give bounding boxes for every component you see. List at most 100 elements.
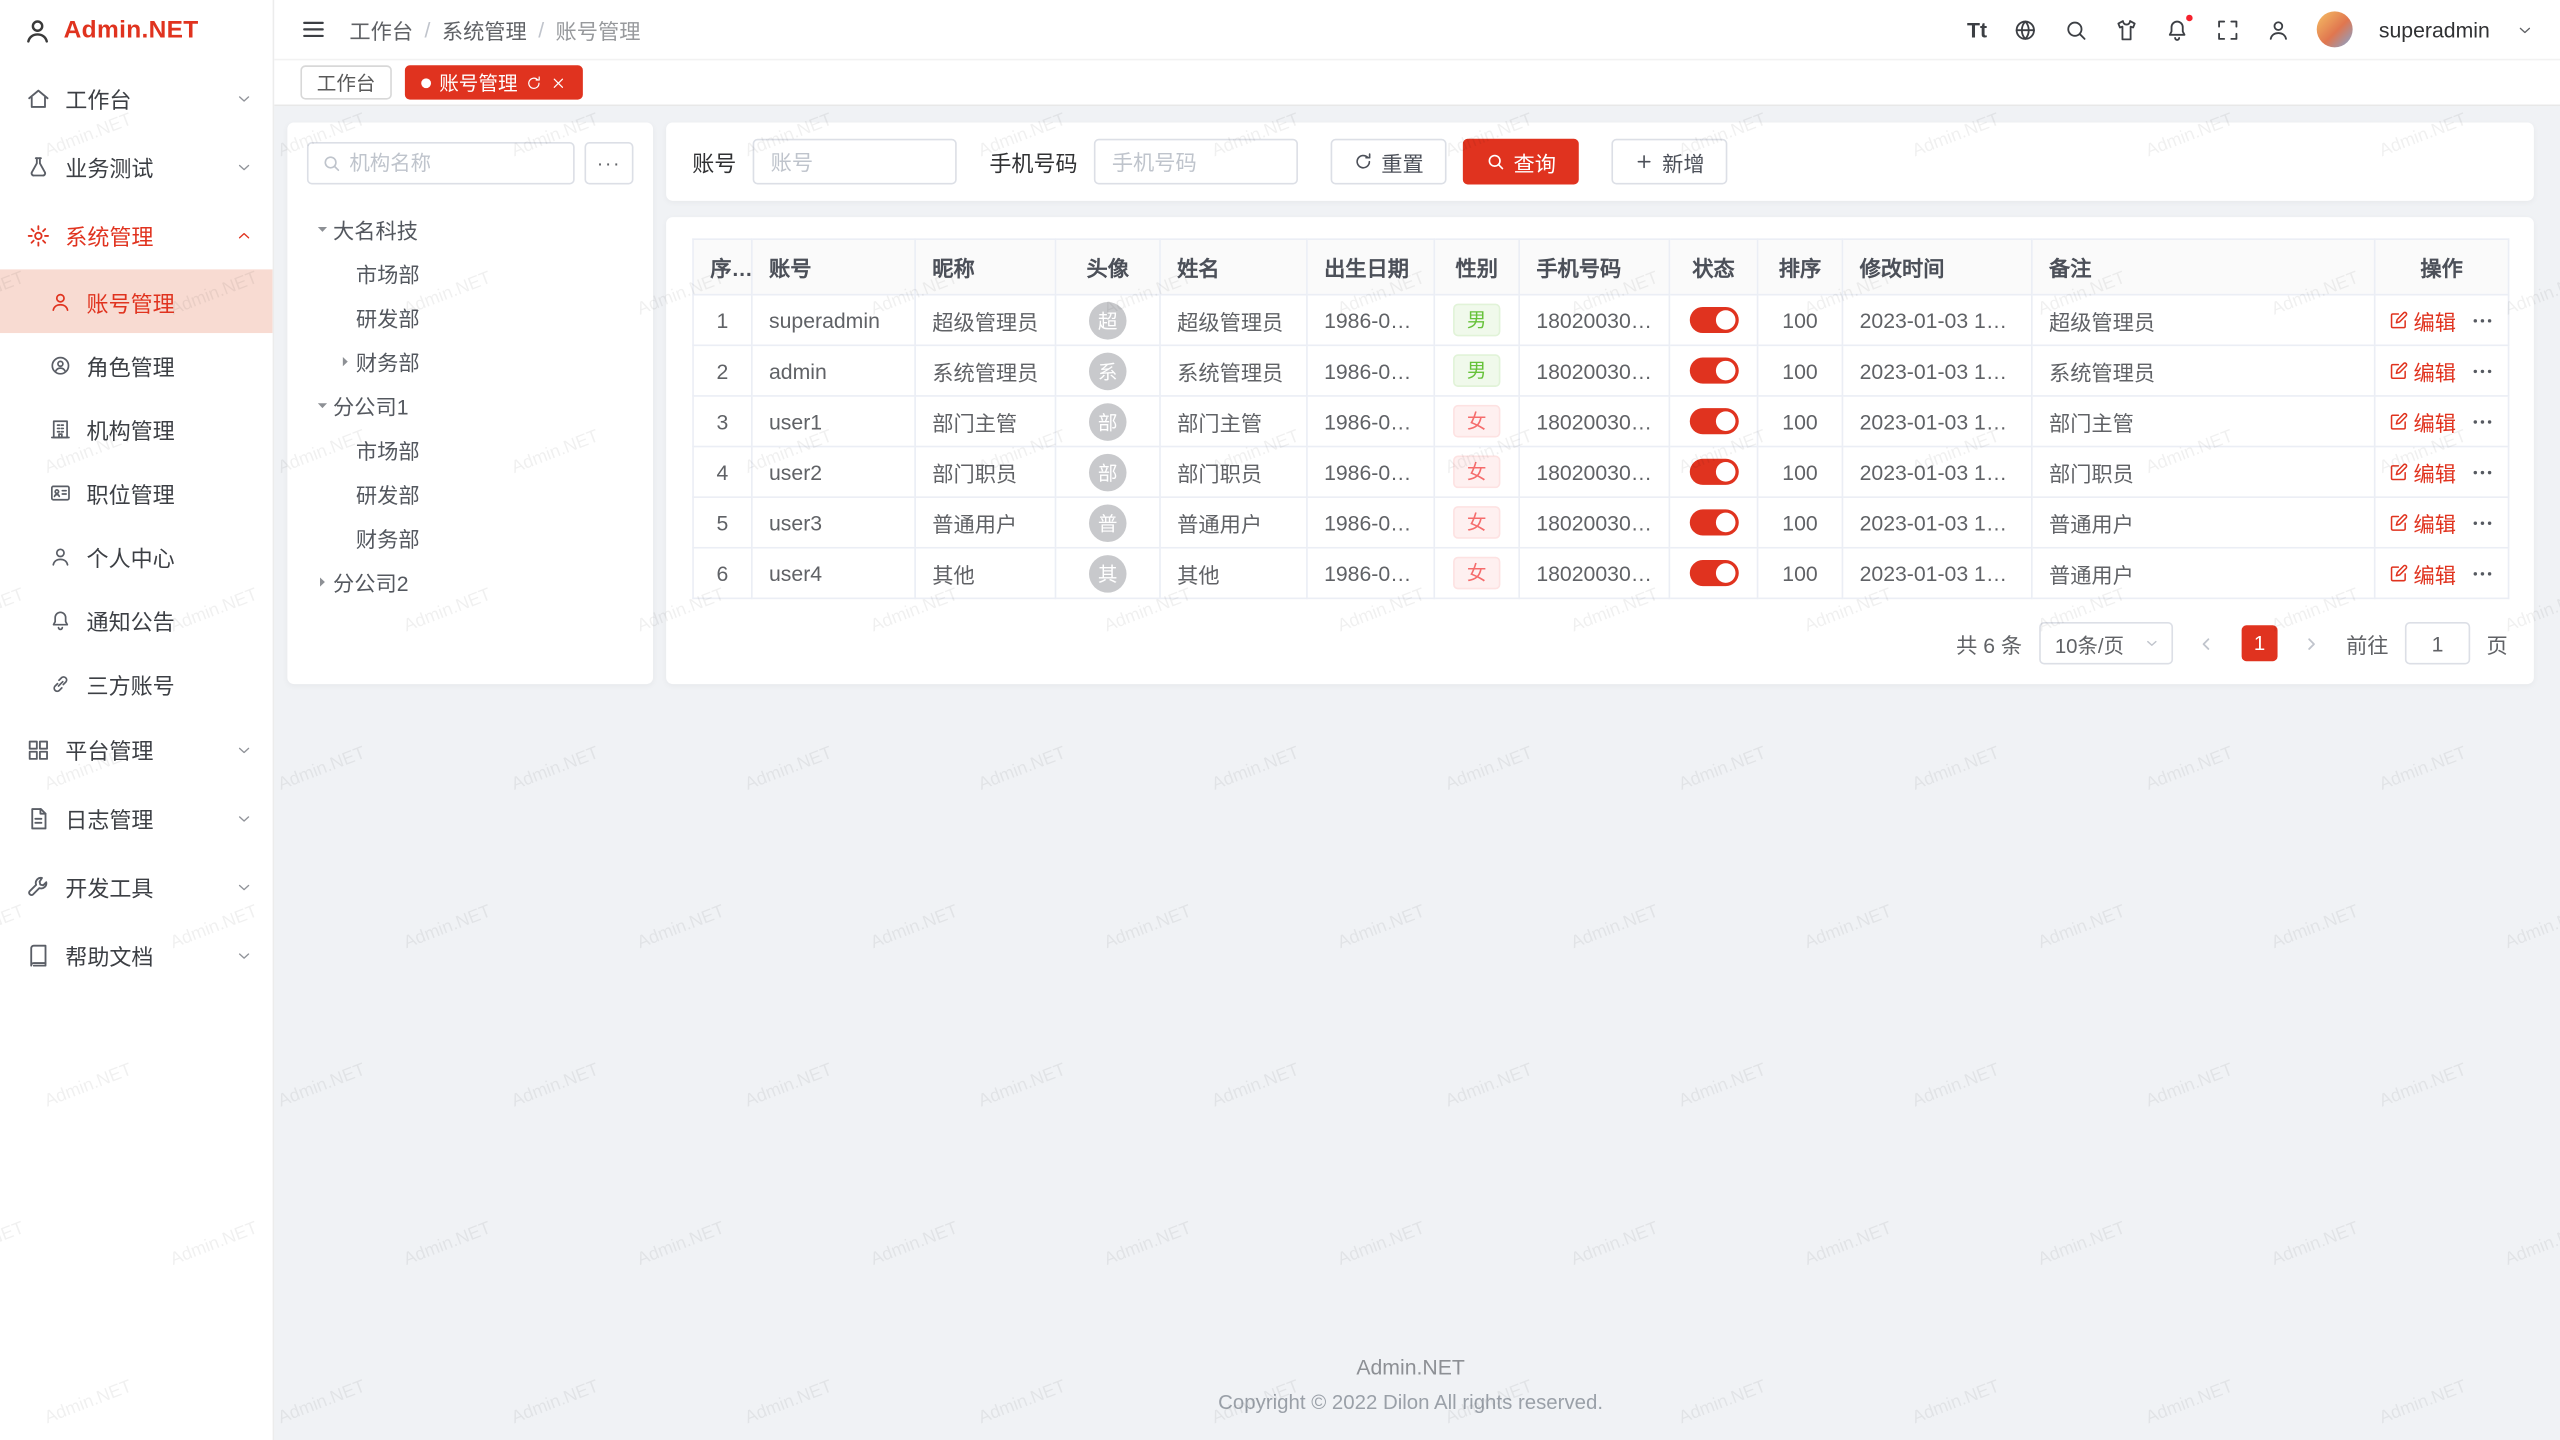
chevron-down-icon <box>235 878 253 896</box>
more-icon <box>2471 308 2495 332</box>
tree-node[interactable]: 研发部 <box>307 472 634 516</box>
tree-node[interactable]: 研发部 <box>307 296 634 340</box>
org-search-input[interactable] <box>349 152 560 175</box>
brand-name: Admin.NET <box>64 16 199 44</box>
row-more-button[interactable] <box>2471 460 2495 484</box>
cell-name: 普通用户 <box>1177 512 1262 536</box>
edit-button[interactable]: 编辑 <box>2388 304 2456 335</box>
caret-down-icon[interactable] <box>310 396 333 416</box>
page-size-select[interactable]: 10条/页 <box>2038 622 2173 664</box>
avatar: 超 <box>1089 301 1127 339</box>
breadcrumb-item[interactable]: 系统管理 <box>442 14 527 45</box>
more-icon <box>2471 460 2495 484</box>
goto-page-input[interactable] <box>2405 622 2470 664</box>
cell-order: 100 <box>1782 308 1817 332</box>
tree-node[interactable]: 市场部 <box>307 251 634 295</box>
sidebar-item-4[interactable]: 日志管理 <box>0 784 273 853</box>
breadcrumb-item[interactable]: 账号管理 <box>556 14 641 45</box>
search-icon <box>322 153 342 173</box>
caret-right-icon[interactable] <box>333 352 356 372</box>
cell-index: 4 <box>717 460 729 484</box>
tree-node[interactable]: 财务部 <box>307 516 634 560</box>
table-row[interactable]: 5user3普通用户普普通用户1986-06-28女18020030720100… <box>693 497 2509 548</box>
sidebar-subitem-2-1[interactable]: 角色管理 <box>0 333 273 397</box>
table-row[interactable]: 1superadmin超级管理员超超级管理员1986-06-28男1802003… <box>693 295 2509 346</box>
tree-node[interactable]: 财务部 <box>307 340 634 384</box>
fullscreen-button[interactable] <box>2216 17 2240 41</box>
tab-1[interactable]: 账号管理 <box>405 65 583 99</box>
tab-0[interactable]: 工作台 <box>300 65 391 99</box>
cell-mtime: 2023-01-03 10:59:44 <box>1860 561 2032 585</box>
tree-node[interactable]: 市场部 <box>307 428 634 472</box>
sidebar-item-1[interactable]: 业务测试 <box>0 132 273 201</box>
status-toggle[interactable] <box>1689 560 1738 586</box>
cell-remark: 超级管理员 <box>2049 309 2155 333</box>
caret-right-icon[interactable] <box>310 572 333 592</box>
row-more-button[interactable] <box>2471 308 2495 332</box>
edit-button[interactable]: 编辑 <box>2388 406 2456 437</box>
edit-button[interactable]: 编辑 <box>2388 507 2456 538</box>
sidebar-subitem-2-5[interactable]: 通知公告 <box>0 588 273 652</box>
user-avatar[interactable] <box>2317 11 2353 47</box>
account-filter-input[interactable] <box>753 139 957 185</box>
status-toggle[interactable] <box>1689 459 1738 485</box>
tree-more-button[interactable]: ··· <box>584 142 633 184</box>
tree-node[interactable]: 大名科技 <box>307 207 634 251</box>
user-name[interactable]: superadmin <box>2379 17 2490 41</box>
sidebar-item-3[interactable]: 平台管理 <box>0 715 273 784</box>
sidebar-subitem-2-3[interactable]: 职位管理 <box>0 460 273 524</box>
sidebar-subitem-2-0[interactable]: 账号管理 <box>0 269 273 333</box>
sidebar-item-2[interactable]: 系统管理 <box>0 201 273 270</box>
phone-filter-input[interactable] <box>1094 139 1298 185</box>
status-toggle[interactable] <box>1689 307 1738 333</box>
table-row[interactable]: 6user4其他其其他1986-06-28女180200307201002023… <box>693 548 2509 599</box>
sidebar-subitem-2-4[interactable]: 个人中心 <box>0 524 273 588</box>
table-row[interactable]: 4user2部门职员部部门职员1986-06-28女18020030720100… <box>693 447 2509 498</box>
language-button[interactable] <box>2013 17 2037 41</box>
tree-node[interactable]: 分公司2 <box>307 560 634 604</box>
sidebar-subitem-2-2[interactable]: 机构管理 <box>0 397 273 461</box>
notification-button[interactable] <box>2165 17 2189 41</box>
tree-node[interactable]: 分公司1 <box>307 384 634 428</box>
font-size-icon[interactable]: Tt <box>1967 17 1987 41</box>
sidebar-item-0[interactable]: 工作台 <box>0 64 273 133</box>
tree-node-label: 市场部 <box>356 258 420 289</box>
table-row[interactable]: 2admin系统管理员系系统管理员1986-06-28男180200307201… <box>693 345 2509 396</box>
breadcrumb-item[interactable]: 工作台 <box>349 14 413 45</box>
profile-button[interactable] <box>2266 17 2290 41</box>
row-more-button[interactable] <box>2471 561 2495 585</box>
row-more-button[interactable] <box>2471 510 2495 534</box>
sidebar-item-5[interactable]: 开发工具 <box>0 852 273 921</box>
org-search-box[interactable] <box>307 142 575 184</box>
caret-down-icon[interactable] <box>310 220 333 240</box>
column-header-mtime: 修改时间 <box>1842 239 2031 295</box>
add-button[interactable]: 新增 <box>1611 139 1727 185</box>
reset-button[interactable]: 重置 <box>1331 139 1447 185</box>
row-more-button[interactable] <box>2471 358 2495 382</box>
footer-title: Admin.NET <box>287 1355 2534 1379</box>
page-1-button[interactable]: 1 <box>2242 625 2278 661</box>
search-button[interactable] <box>2064 17 2088 41</box>
cell-index: 5 <box>717 510 729 534</box>
edit-button[interactable]: 编辑 <box>2388 355 2456 386</box>
edit-button[interactable]: 编辑 <box>2388 558 2456 589</box>
cell-birth: 1986-06-28 <box>1324 460 1433 484</box>
prev-page-button[interactable] <box>2189 625 2225 661</box>
sidebar-subitem-2-6[interactable]: 三方账号 <box>0 651 273 715</box>
status-toggle[interactable] <box>1689 510 1738 536</box>
query-button[interactable]: 查询 <box>1463 139 1579 185</box>
status-toggle[interactable] <box>1689 358 1738 384</box>
cell-account: superadmin <box>769 308 880 332</box>
table-row[interactable]: 3user1部门主管部部门主管1986-06-28女18020030720100… <box>693 396 2509 447</box>
row-more-button[interactable] <box>2471 409 2495 433</box>
sidebar-item-6[interactable]: 帮助文档 <box>0 921 273 990</box>
cell-index: 2 <box>717 358 729 382</box>
chevron-down-icon <box>235 740 253 758</box>
theme-button[interactable] <box>2114 17 2138 41</box>
edit-button[interactable]: 编辑 <box>2388 456 2456 487</box>
next-page-button[interactable] <box>2294 625 2330 661</box>
menu-collapse-icon[interactable] <box>300 16 326 42</box>
status-toggle[interactable] <box>1689 409 1738 435</box>
column-header-gender: 性别 <box>1434 239 1519 295</box>
breadcrumb-separator: / <box>538 17 544 41</box>
